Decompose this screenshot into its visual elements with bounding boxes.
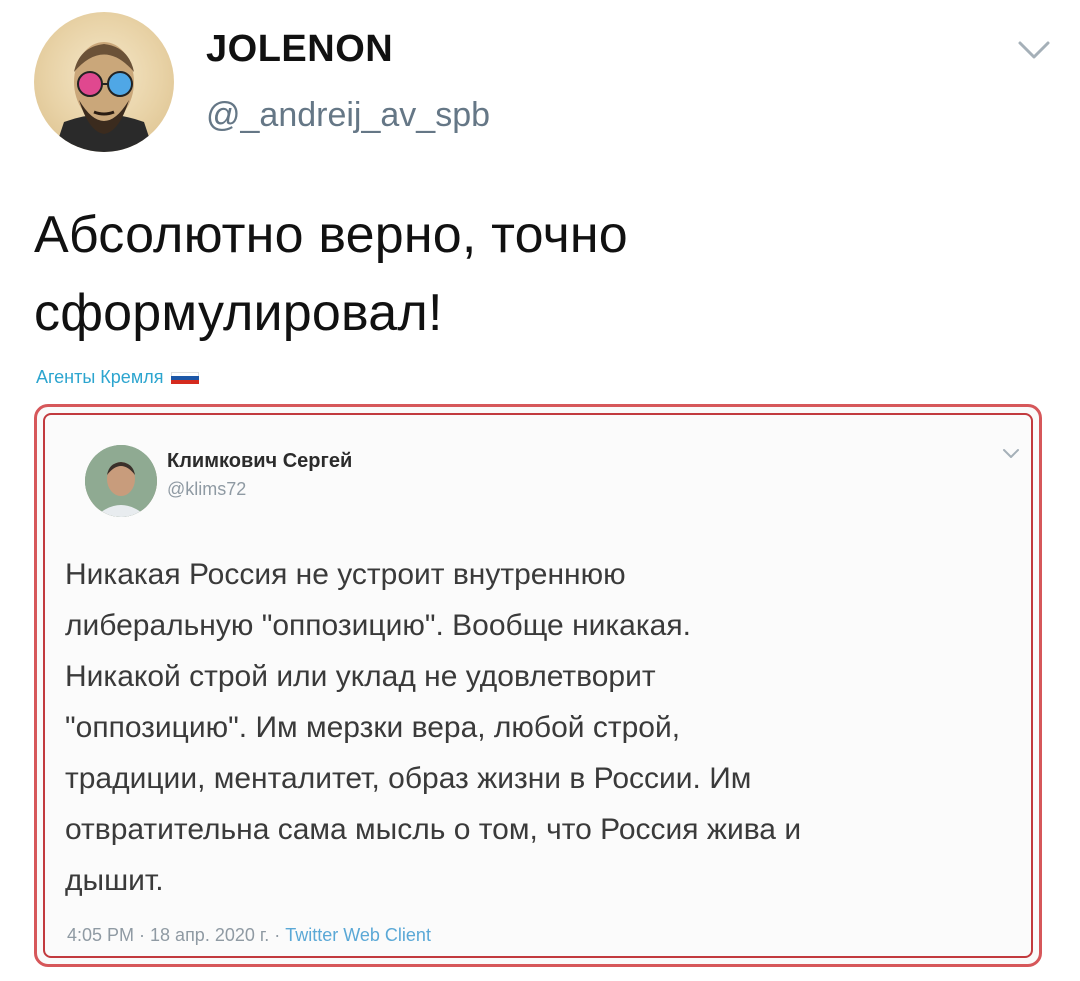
quoted-text-line: дышит. <box>65 864 164 897</box>
tweet-text: Абсолютно верно, точно сформулировал! <box>34 196 1034 352</box>
quoted-client-link[interactable]: Twitter Web Client <box>285 925 431 945</box>
quoted-tweet-card[interactable]: Климкович Сергей @klims72 Никакая Россия… <box>34 404 1042 967</box>
quoted-author-name[interactable]: Климкович Сергей <box>167 450 352 473</box>
author-handle[interactable]: @_andreij_av_spb <box>206 96 490 135</box>
portrait-illustration <box>54 42 154 152</box>
author-avatar[interactable] <box>34 12 174 152</box>
tweet-text-line: Абсолютно верно, точно <box>34 206 628 264</box>
quoted-tweet-frame: Климкович Сергей @klims72 Никакая Россия… <box>43 413 1033 958</box>
quoted-text-line: Никакой строй или уклад не удовлетворит <box>65 660 656 693</box>
chevron-down-icon[interactable] <box>1016 38 1052 62</box>
source-label[interactable]: Агенты Кремля <box>36 367 200 388</box>
quoted-tweet-meta: 4:05 PM · 18 апр. 2020 г. · Twitter Web … <box>67 925 431 946</box>
quoted-text-line: Никакая Россия не устроит внутреннюю <box>65 558 626 591</box>
quoted-author-handle[interactable]: @klims72 <box>167 479 246 500</box>
source-text: Агенты Кремля <box>36 367 164 387</box>
author-name[interactable]: JOLENON <box>206 28 393 71</box>
chevron-down-icon[interactable] <box>1001 447 1021 461</box>
quoted-text-line: традиции, менталитет, образ жизни в Росс… <box>65 762 752 795</box>
quoted-tweet-text: Никакая Россия не устроит внутреннюю либ… <box>65 549 1025 906</box>
quoted-text-line: "оппозицию". Им мерзки вера, любой строй… <box>65 711 681 744</box>
tweet-text-line: сформулировал! <box>34 284 443 342</box>
quoted-author-avatar[interactable] <box>85 445 157 517</box>
quoted-text-line: отвратительна сама мысль о том, что Росс… <box>65 813 802 846</box>
quoted-text-line: либеральную "оппозицию". Вообще никакая. <box>65 609 691 642</box>
quoted-timestamp[interactable]: 4:05 PM · 18 апр. 2020 г. · <box>67 925 285 945</box>
russian-flag-icon <box>171 371 200 384</box>
quoted-avatar-photo <box>85 445 157 517</box>
